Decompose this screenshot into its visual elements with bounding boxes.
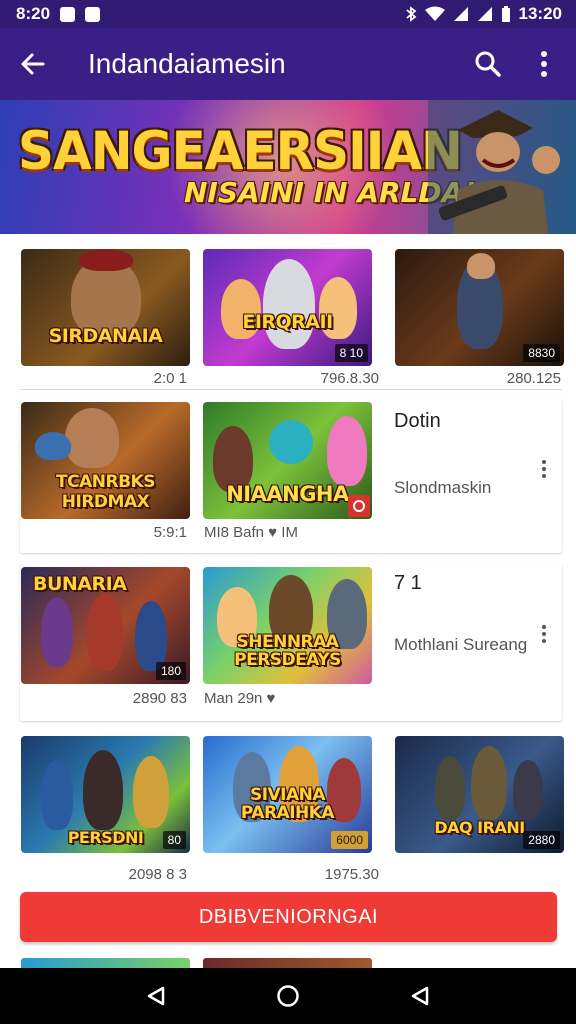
card-meta: 1975.30 bbox=[324, 866, 379, 883]
card-title: SIRDANAIA bbox=[48, 325, 163, 347]
triangle-back-icon bbox=[147, 986, 165, 1006]
card-meta: Man 29n ♥ bbox=[204, 690, 276, 707]
character-art bbox=[467, 253, 495, 279]
character-art bbox=[41, 597, 73, 667]
character-art bbox=[269, 420, 313, 464]
character-art bbox=[327, 416, 367, 486]
card-title: NIAANGHA bbox=[226, 482, 349, 506]
card-meta: 2:0 1 bbox=[153, 370, 187, 387]
character-art bbox=[65, 408, 119, 468]
character-art bbox=[135, 601, 167, 671]
card-badge: 8 10 bbox=[334, 344, 368, 362]
app-bar: Indandaiamesin bbox=[0, 28, 576, 100]
game-card[interactable]: BUNARIA 180 bbox=[21, 567, 190, 684]
character-art bbox=[513, 760, 543, 820]
system-nav-bar bbox=[0, 968, 576, 1024]
card-meta: 5:9:1 bbox=[153, 524, 187, 541]
card-badge: 180 bbox=[155, 662, 186, 680]
character-art bbox=[87, 593, 123, 671]
card-meta: 796.8.30 bbox=[320, 370, 379, 387]
next-card-peek bbox=[203, 958, 372, 968]
character-art bbox=[41, 760, 73, 830]
battery-icon bbox=[501, 5, 510, 22]
item-menu-button[interactable] bbox=[534, 455, 554, 483]
character-art bbox=[263, 259, 315, 349]
card-title: SIVIANA PARAIHKA bbox=[240, 785, 335, 823]
item-menu-button[interactable] bbox=[534, 620, 554, 648]
character-art bbox=[133, 756, 169, 828]
game-card[interactable]: SIRDANAIA bbox=[21, 249, 190, 366]
status-time: 8:20 bbox=[16, 4, 51, 23]
card-title: SHENNRAA PERSDEAYS bbox=[234, 632, 341, 670]
card-meta: MI8 Bafn ♥ IM bbox=[204, 524, 298, 541]
cta-button[interactable]: DBIBVENIORNGAI bbox=[20, 892, 557, 942]
more-vertical-icon bbox=[541, 51, 547, 77]
overflow-menu-button[interactable] bbox=[516, 28, 572, 100]
card-title: BUNARIA bbox=[33, 573, 127, 595]
game-card[interactable]: NIAANGHA bbox=[203, 402, 372, 519]
item-title: Dotin bbox=[394, 410, 441, 432]
item-subtitle: Slondmaskin bbox=[394, 478, 492, 497]
signal-icon bbox=[453, 7, 468, 21]
card-meta: 280.125 bbox=[506, 370, 561, 387]
arrow-left-icon bbox=[21, 53, 45, 75]
notification-icon bbox=[60, 6, 76, 22]
banner-title: SANGEAERSIIAN bbox=[18, 120, 463, 182]
card-meta: 2890 83 bbox=[132, 690, 187, 707]
card-badge: 2880 bbox=[523, 831, 560, 849]
circle-home-icon bbox=[277, 985, 299, 1007]
card-badge: 80 bbox=[162, 831, 186, 849]
character-art bbox=[35, 432, 71, 460]
banner-hero-image bbox=[428, 100, 576, 234]
item-title: 7 1 bbox=[394, 572, 422, 594]
shield-icon bbox=[348, 495, 370, 517]
search-button[interactable] bbox=[460, 28, 516, 100]
search-icon bbox=[475, 51, 501, 77]
nav-back-button[interactable] bbox=[136, 976, 176, 1016]
notification-icon-2 bbox=[85, 6, 101, 22]
card-meta: 2098 8 3 bbox=[128, 866, 187, 883]
game-card[interactable]: 8830 bbox=[395, 249, 564, 366]
signal-icon-2 bbox=[477, 7, 492, 21]
game-card[interactable]: SIVIANA PARAIHKA 6000 bbox=[203, 736, 372, 853]
character-art bbox=[83, 750, 123, 830]
card-title: EIRQRAII bbox=[242, 311, 333, 333]
item-subtitle: Mothlani Sureang bbox=[394, 635, 528, 654]
bluetooth-icon bbox=[405, 6, 416, 22]
character-art bbox=[435, 756, 465, 820]
triangle-recents-icon bbox=[411, 986, 429, 1006]
status-bar: 8:20 13:20 bbox=[0, 0, 576, 28]
nav-recents-button[interactable] bbox=[400, 976, 440, 1016]
card-badge: 8830 bbox=[523, 344, 560, 362]
wifi-icon bbox=[424, 6, 445, 21]
next-card-peek bbox=[21, 958, 190, 968]
game-card[interactable]: SHENNRAA PERSDEAYS bbox=[203, 567, 372, 684]
game-card[interactable]: TCANRBKS HIRDMAX bbox=[21, 402, 190, 519]
game-card[interactable]: DAQ IRANI 2880 bbox=[395, 736, 564, 853]
card-badge: 6000 bbox=[331, 831, 368, 849]
back-button[interactable] bbox=[0, 28, 66, 100]
page-title: Indandaiamesin bbox=[88, 48, 286, 79]
status-clock: 13:20 bbox=[518, 4, 562, 23]
game-card[interactable]: EIRQRAII 8 10 bbox=[203, 249, 372, 366]
character-art bbox=[471, 746, 507, 820]
promo-banner[interactable]: SANGEAERSIIAN NISAINI IN ARLDA! bbox=[0, 100, 576, 234]
nav-home-button[interactable] bbox=[268, 976, 308, 1016]
card-title: TCANRBKS HIRDMAX bbox=[56, 472, 155, 512]
character-art bbox=[79, 249, 133, 271]
divider bbox=[20, 389, 562, 390]
game-card[interactable]: PERSDNI 80 bbox=[21, 736, 190, 853]
